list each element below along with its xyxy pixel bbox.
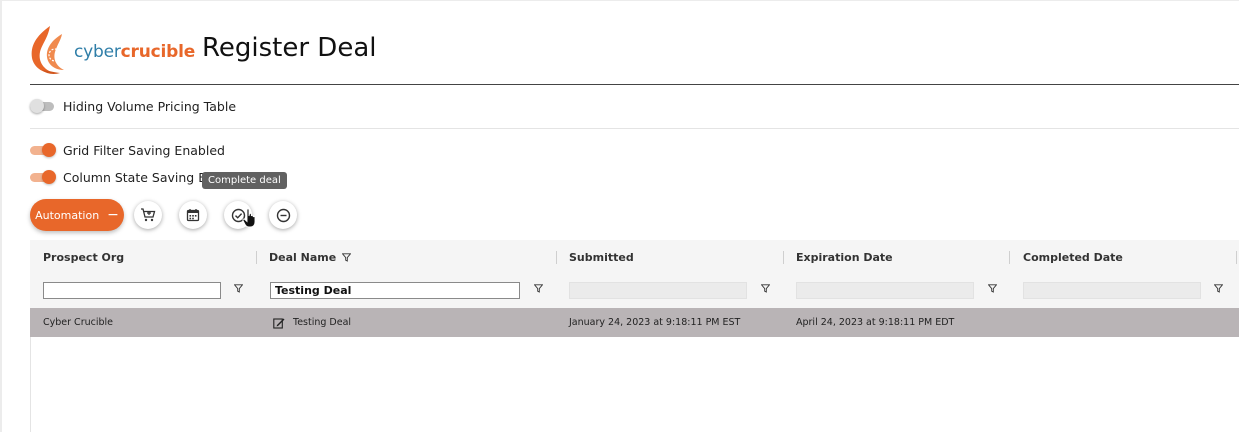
complete-deal-tooltip: Complete deal [202,172,287,189]
column-header-prospect-org[interactable]: Prospect Org [43,240,124,274]
submitted-filter-input [569,282,747,299]
prospect-org-filter-input[interactable] [43,282,221,299]
filter-icon[interactable] [234,284,243,293]
minus-icon: − [107,207,119,223]
column-resize-handle[interactable] [1009,251,1010,264]
header-divider [30,84,1239,85]
column-resize-handle[interactable] [1236,251,1237,264]
cell-expiration-date: April 24, 2023 at 9:18:11 PM EDT [796,317,955,328]
cart-plus-icon [141,208,156,222]
column-header-label: Expiration Date [796,250,893,264]
table-row[interactable]: Cyber Crucible Testing Deal January 24, … [30,308,1239,337]
column-header-expiration-date[interactable]: Expiration Date [796,240,893,274]
toggle-row-grid-filter: Grid Filter Saving Enabled [30,140,225,160]
cell-prospect-org: Cyber Crucible [43,317,113,328]
column-header-label: Deal Name [269,250,337,264]
toggle-row-volume-pricing: Hiding Volume Pricing Table [30,96,236,116]
filter-icon[interactable] [1214,284,1223,293]
edit-icon[interactable] [273,317,285,329]
column-resize-handle[interactable] [783,251,784,264]
automation-button[interactable]: Automation − [30,199,124,231]
volume-pricing-toggle[interactable] [30,99,56,113]
filter-icon[interactable] [761,284,770,293]
volume-pricing-toggle-label: Hiding Volume Pricing Table [63,98,237,114]
column-header-submitted[interactable]: Submitted [569,240,634,274]
page-title: Register Deal [202,33,377,63]
cyber-crucible-logo[interactable]: cybercrucible [28,24,195,76]
filter-active-icon [342,252,352,262]
column-state-saving-toggle[interactable] [30,170,56,184]
window-left-border [0,0,2,432]
grid-filter-saving-toggle[interactable] [30,143,56,157]
cell-deal-name: Testing Deal [273,308,351,337]
filter-icon[interactable] [534,284,543,293]
settings-divider [30,128,1239,129]
filter-icon[interactable] [988,284,997,293]
grid-header-row: Prospect Org Deal Name Submitted Expirat… [30,240,1239,274]
completed-date-filter-input [1023,282,1201,299]
expiration-date-filter-input [796,282,974,299]
column-header-deal-name[interactable]: Deal Name [269,240,352,274]
calendar-button[interactable] [179,201,207,229]
logo-wordmark: cybercrucible [74,42,195,62]
column-resize-handle[interactable] [556,251,557,264]
logo-word-crucible: crucible [120,42,196,62]
grid-filter-saving-label: Grid Filter Saving Enabled [63,142,225,158]
deal-name-text[interactable]: Testing Deal [293,317,351,328]
logo-word-cyber: cyber [74,42,121,62]
column-header-label: Prospect Org [43,250,125,264]
add-to-cart-button[interactable] [134,201,162,229]
column-header-label: Completed Date [1023,250,1123,264]
automation-button-label: Automation [35,208,100,222]
hand-pointer-cursor-icon [242,208,256,228]
window-top-border [0,0,1239,1]
column-header-label: Submitted [569,250,634,264]
minus-circle-icon [276,208,290,222]
cell-submitted: January 24, 2023 at 9:18:11 PM EST [569,317,741,328]
deal-name-filter-input[interactable]: Testing Deal [270,282,520,299]
grid-empty-area [30,337,1239,432]
column-header-completed-date[interactable]: Completed Date [1023,240,1123,274]
calendar-icon [186,209,200,222]
deals-grid: Prospect Org Deal Name Submitted Expirat… [30,240,1239,432]
column-resize-handle[interactable] [256,251,257,264]
flame-logo-icon [31,26,64,74]
cancel-deal-button[interactable] [269,201,297,229]
